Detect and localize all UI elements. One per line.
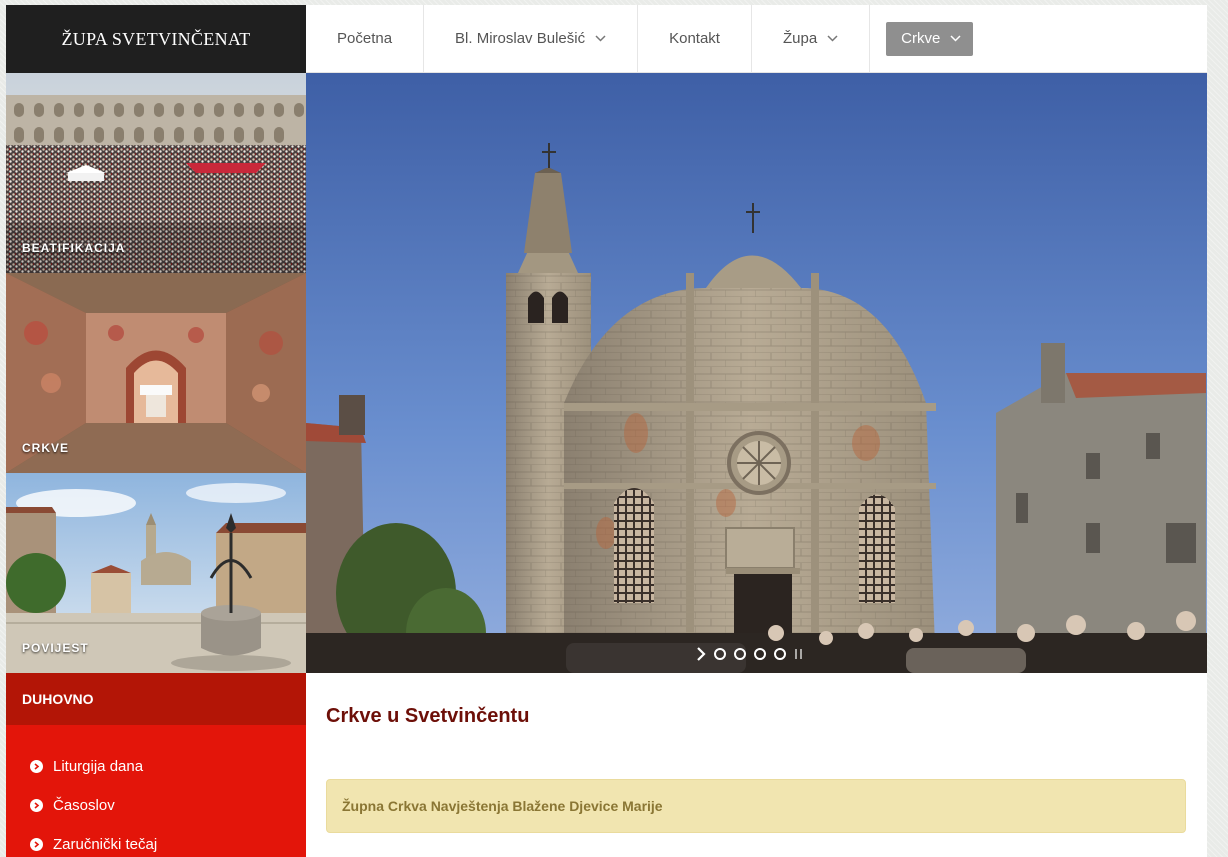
chevron-circle-right-icon: [30, 838, 43, 851]
sidebar-links: Liturgija dana Časoslov Zaručnički tečaj: [6, 725, 306, 857]
notice-text: Župna Crkva Navještenja Blažene Djevice …: [342, 798, 663, 814]
tile-label: BEATIFIKACIJA: [22, 241, 126, 255]
nav-miroslav-bulesic[interactable]: Bl. Miroslav Bulešić: [424, 5, 639, 72]
chevron-down-icon: [950, 35, 961, 42]
sidebar-item-label: Liturgija dana: [53, 758, 144, 775]
nav-pocetna[interactable]: Početna: [306, 5, 425, 72]
sidebar-heading: DUHOVNO: [6, 673, 306, 725]
nav-crkve-label: Crkve: [901, 30, 941, 47]
page-title: Crkve u Svetvinčentu: [326, 705, 530, 727]
nav-crkve[interactable]: Crkve: [886, 21, 974, 56]
slider-controls: [696, 647, 804, 661]
chevron-circle-right-icon: [30, 799, 43, 812]
tile-label: CRKVE: [22, 441, 70, 455]
sidebar-item-label: Zaručnički tečaj: [53, 836, 158, 853]
main-content: Crkve u Svetvinčentu Župna Crkva Navješt…: [306, 673, 1207, 857]
main-nav: Početna Bl. Miroslav Bulešić Kontakt Žup…: [306, 5, 1207, 73]
chevron-circle-right-icon: [30, 760, 43, 773]
sidebar-item-zarucnicki-tecaj[interactable]: Zaručnički tečaj: [6, 825, 306, 857]
nav-crkve-wrap: Crkve: [870, 5, 989, 72]
notice-box: Župna Crkva Navještenja Blažene Djevice …: [326, 779, 1186, 833]
site-title[interactable]: ŽUPA SVETVINČENAT: [62, 29, 251, 50]
tile-povijest[interactable]: POVIJEST: [6, 473, 306, 673]
nav-zupa[interactable]: Župa: [752, 5, 871, 72]
slider-dot[interactable]: [714, 648, 726, 660]
sidebar-item-liturgija-dana[interactable]: Liturgija dana: [6, 747, 306, 786]
chevron-down-icon: [595, 35, 606, 42]
nav-pocetna-label: Početna: [337, 30, 393, 47]
nav-kontakt[interactable]: Kontakt: [638, 5, 752, 72]
sidebar-heading-label: DUHOVNO: [22, 691, 94, 707]
tile-crkve[interactable]: CRKVE: [6, 273, 306, 473]
nav-zupa-label: Župa: [782, 30, 818, 47]
sidebar-item-casoslov[interactable]: Časoslov: [6, 786, 306, 825]
chevron-down-icon: [827, 35, 838, 42]
slider-dot[interactable]: [774, 648, 786, 660]
hero-slider[interactable]: [306, 73, 1207, 673]
church-photo: [306, 73, 1207, 673]
tile-beatifikacija[interactable]: BEATIFIKACIJA: [6, 73, 306, 273]
nav-miroslav-bulesic-label: Bl. Miroslav Bulešić: [455, 30, 586, 47]
nav-kontakt-label: Kontakt: [669, 30, 720, 47]
tile-label: POVIJEST: [22, 641, 89, 655]
page: ŽUPA SVETVINČENAT Početna Bl. Miroslav B…: [6, 5, 1207, 857]
pause-icon[interactable]: [794, 647, 804, 661]
slider-dot[interactable]: [734, 648, 746, 660]
chevron-right-icon[interactable]: [696, 647, 706, 661]
slider-dot[interactable]: [754, 648, 766, 660]
sidebar-item-label: Časoslov: [53, 797, 115, 814]
site-logo[interactable]: ŽUPA SVETVINČENAT: [6, 5, 306, 73]
